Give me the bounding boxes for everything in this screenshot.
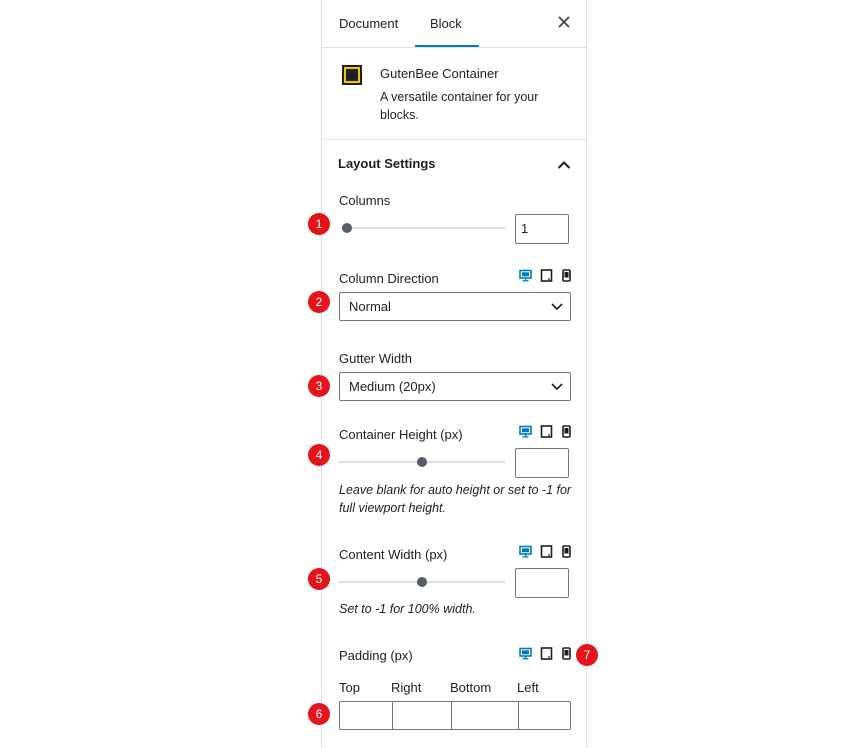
gutter-width-label: Gutter Width	[339, 351, 412, 366]
block-card-divider	[322, 139, 586, 140]
container-height-slider-thumb[interactable]	[417, 457, 427, 467]
marker-badge: 6	[308, 703, 330, 725]
marker-badge: 3	[308, 375, 330, 397]
container-height-label: Container Height (px)	[339, 427, 463, 442]
gutter-width-select[interactable]: Medium (20px)	[339, 372, 571, 401]
marker-badge: 7	[576, 644, 598, 666]
desktop-icon[interactable]	[519, 425, 532, 443]
tabs-divider	[322, 47, 586, 48]
block-description: A versatile container for your blocks.	[380, 90, 539, 122]
columns-slider-thumb[interactable]	[342, 223, 352, 233]
padding-top-label: Top	[339, 680, 360, 695]
padding-right-input[interactable]	[392, 701, 452, 730]
desktop-icon[interactable]	[519, 545, 532, 563]
padding-top-input[interactable]	[339, 701, 393, 730]
content-width-label: Content Width (px)	[339, 547, 448, 562]
content-width-help: Set to -1 for 100% width.	[339, 602, 476, 616]
padding-right-label: Right	[391, 680, 422, 695]
marker-badge: 4	[308, 444, 330, 466]
padding-label: Padding (px)	[339, 648, 413, 663]
tablet-icon[interactable]	[540, 545, 553, 563]
padding-left-input[interactable]	[518, 701, 571, 730]
tablet-icon[interactable]	[540, 269, 553, 287]
chevron-up-icon[interactable]	[557, 157, 571, 175]
marker-badge: 5	[308, 568, 330, 590]
marker-badge: 1	[308, 213, 330, 235]
tablet-icon[interactable]	[540, 425, 553, 443]
block-name: GutenBee Container	[380, 66, 499, 81]
chevron-down-icon	[551, 303, 563, 311]
desktop-icon[interactable]	[519, 269, 532, 287]
layout-settings-title[interactable]: Layout Settings	[338, 156, 436, 171]
mobile-icon[interactable]	[560, 425, 573, 443]
padding-left-label: Left	[517, 680, 539, 695]
columns-number-input[interactable]: 1	[515, 214, 569, 244]
tab-document[interactable]: Document	[339, 16, 398, 31]
columns-slider-track[interactable]	[342, 227, 505, 229]
padding-bottom-input[interactable]	[451, 701, 519, 730]
column-direction-value: Normal	[349, 299, 391, 314]
columns-label: Columns	[339, 193, 391, 208]
content-width-slider-thumb[interactable]	[417, 577, 427, 587]
content-width-number-input[interactable]	[515, 568, 569, 598]
container-block-icon	[342, 65, 362, 85]
desktop-icon[interactable]	[519, 647, 532, 665]
column-direction-label: Column Direction	[339, 271, 439, 286]
container-height-help: Leave blank for auto height or set to -1…	[339, 483, 572, 515]
tablet-icon[interactable]	[540, 647, 553, 665]
container-height-number-input[interactable]	[515, 448, 569, 478]
marker-badge: 2	[308, 291, 330, 313]
padding-bottom-label: Bottom	[450, 680, 492, 695]
gutter-width-value: Medium (20px)	[349, 379, 436, 394]
mobile-icon[interactable]	[560, 269, 573, 287]
tab-block[interactable]: Block	[430, 16, 462, 31]
mobile-icon[interactable]	[560, 545, 573, 563]
chevron-down-icon	[551, 383, 563, 391]
mobile-icon[interactable]	[560, 647, 573, 665]
column-direction-select[interactable]: Normal	[339, 292, 571, 321]
close-icon[interactable]	[558, 13, 570, 33]
